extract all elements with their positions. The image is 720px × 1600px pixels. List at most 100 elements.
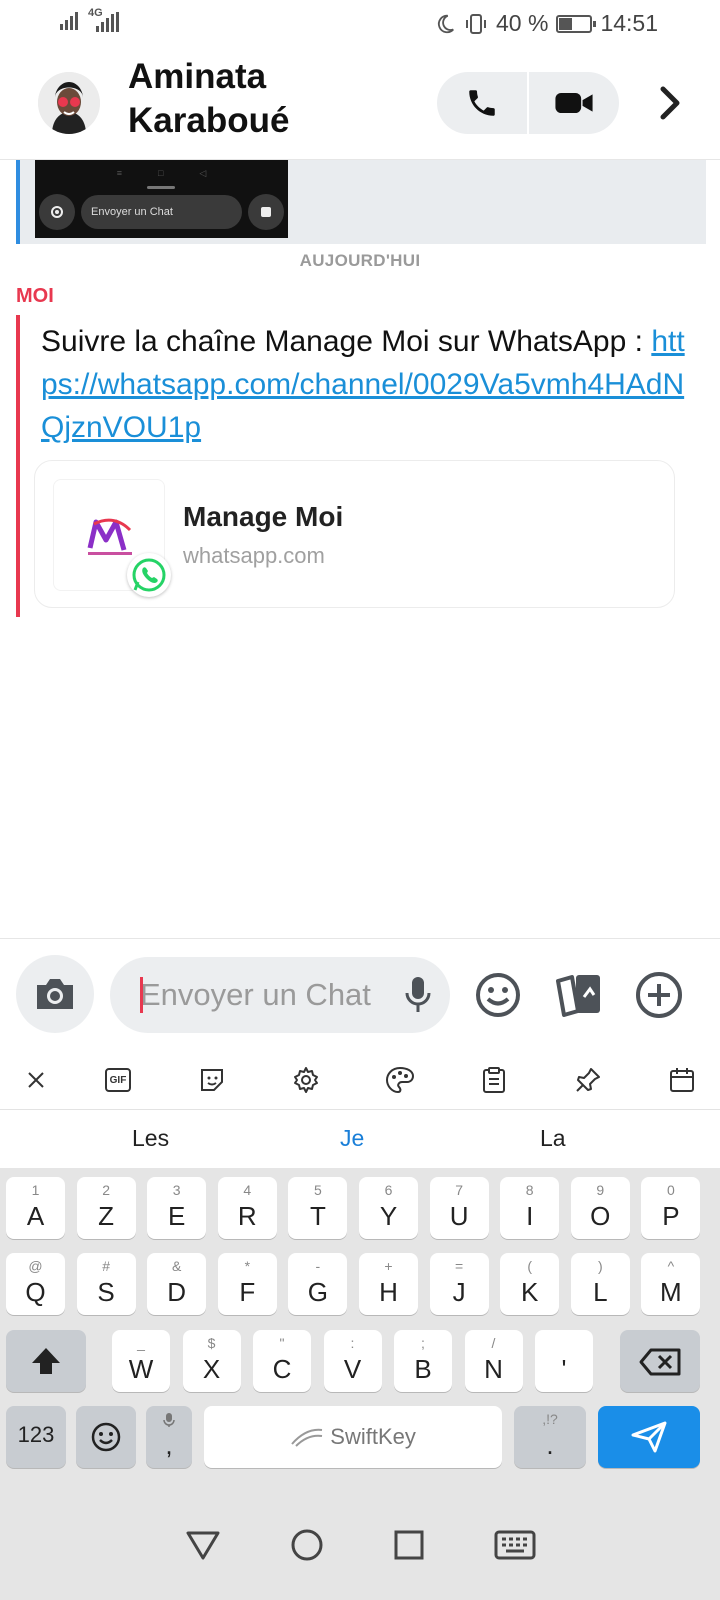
row1-1[interactable]: 2Z [76,1177,136,1239]
key-label: N [484,1354,503,1384]
voice-call-button[interactable] [437,72,527,134]
vibrate-icon [466,13,486,34]
row1-8[interactable]: 9O [570,1177,630,1239]
settings-icon[interactable] [290,1064,322,1096]
row2-0[interactable]: @ Q [6,1253,65,1315]
key-label: V [343,1354,362,1384]
row1-6[interactable]: 7U [429,1177,489,1239]
row1-9[interactable]: 0P [641,1177,701,1239]
phone-icon [469,90,495,116]
key-label: U [449,1201,469,1231]
back-icon[interactable] [185,1529,221,1561]
home-icon[interactable] [290,1528,324,1562]
numbers-key[interactable]: 123 [6,1406,66,1468]
video-camera-icon [555,93,593,113]
row2-6[interactable]: = J [429,1253,489,1315]
link-preview-card[interactable]: Manage Moi whatsapp.com [34,460,675,608]
chat-header: Aminata Karaboué [0,55,720,160]
status-bar: 4G 40 % 14:51 [0,0,720,50]
row3-5[interactable]: / N [464,1330,523,1392]
key-label: H [379,1277,398,1307]
row1-3[interactable]: 4R [217,1177,277,1239]
thumbnail-cards-icon [248,194,284,230]
suggestion-3[interactable]: La [540,1125,566,1152]
period-key[interactable]: ,!? . [514,1406,586,1468]
key-label: T [309,1201,326,1231]
signal-icon [60,12,78,30]
keyboard-hide-icon[interactable] [494,1530,536,1560]
camera-button[interactable] [16,955,94,1033]
suggestion-2[interactable]: Je [340,1125,364,1152]
video-call-button[interactable] [529,72,619,134]
row1-0[interactable]: 1A [6,1177,65,1239]
key-label: L [593,1277,608,1307]
key-microphone-icon [163,1413,175,1427]
date-separator: AUJOURD'HUI [299,251,421,270]
chat-input[interactable]: Envoyer un Chat [110,957,450,1033]
row2-4[interactable]: -G [288,1253,348,1315]
row2-3[interactable]: * F [217,1253,277,1315]
key-alt-label: ; [421,1335,425,1351]
calendar-icon[interactable] [666,1064,698,1096]
contact-name[interactable]: Aminata Karaboué [128,55,428,143]
key-alt-label: 6 [384,1182,393,1198]
key-alt-label: 8 [525,1182,534,1198]
message-accent-bar [16,315,20,617]
key-alt-label: 1 [31,1182,40,1198]
row1-5[interactable]: 6Y [359,1177,418,1239]
key-label: S [97,1277,115,1307]
key-alt-label: - [315,1258,321,1274]
key-label: O [590,1201,611,1231]
row2-2[interactable]: & D [147,1253,207,1315]
pin-icon[interactable] [572,1064,604,1096]
message-text[interactable]: Suivre la chaîne Manage Moi sur WhatsApp… [41,320,691,449]
thumbnail-input-label: Envoyer un Chat [81,195,242,229]
keyboard-toolbar: GIF [0,1050,720,1110]
emoji-key[interactable] [76,1406,136,1468]
key-label: J [452,1277,466,1307]
row3-3[interactable]: :V [323,1330,382,1392]
chevron-right-icon[interactable] [650,83,690,123]
row3-2[interactable]: " C [253,1330,311,1392]
snap-thumbnail[interactable]: ≡ □ ◁ Envoyer un Chat [35,160,288,238]
key-alt-label: _ [137,1335,145,1351]
shift-key[interactable] [6,1330,86,1392]
key-alt-label: 3 [172,1182,181,1198]
close-icon[interactable] [20,1064,52,1096]
gif-label: GIF [109,1074,127,1086]
keyboard-emoji-icon [91,1422,121,1452]
row3-4[interactable]: ; B [394,1330,452,1392]
row2-1[interactable]: # S [76,1253,136,1315]
microphone-icon[interactable] [404,975,432,1020]
gif-icon[interactable]: GIF [102,1064,134,1096]
row1-7[interactable]: 8I [500,1177,560,1239]
row2-7[interactable]: (K [500,1253,560,1315]
comma-key[interactable]: , [146,1406,192,1468]
moon-icon [437,14,454,33]
plus-icon[interactable] [633,969,685,1021]
previous-snap-message[interactable]: ≡ □ ◁ Envoyer un Chat [16,160,706,244]
key-label: F [239,1277,256,1307]
row3-6[interactable]: ' [535,1330,593,1392]
row1-4[interactable]: 5T [288,1177,348,1239]
suggestion-1[interactable]: Les [132,1125,169,1152]
row2-8[interactable]: ) L [570,1253,630,1315]
emoji-icon[interactable] [472,969,524,1021]
row3-0[interactable]: _ W [112,1330,170,1392]
row2-9[interactable]: ^ M [641,1253,701,1315]
key-alt-label: : [350,1335,355,1351]
key-alt-label: 0 [666,1182,675,1198]
row2-5[interactable]: + H [359,1253,418,1315]
recents-icon[interactable] [393,1529,425,1561]
space-key[interactable]: SwiftKey [204,1406,502,1468]
send-key[interactable] [598,1406,700,1468]
avatar[interactable] [38,72,100,134]
clipboard-icon[interactable] [478,1064,510,1096]
cards-icon[interactable] [553,969,605,1021]
backspace-key[interactable] [620,1330,700,1392]
whatsapp-icon [127,553,171,597]
row1-2[interactable]: 3E [147,1177,207,1239]
palette-icon[interactable] [384,1064,416,1096]
row3-1[interactable]: $ X [182,1330,241,1392]
sticker-icon[interactable] [196,1064,228,1096]
